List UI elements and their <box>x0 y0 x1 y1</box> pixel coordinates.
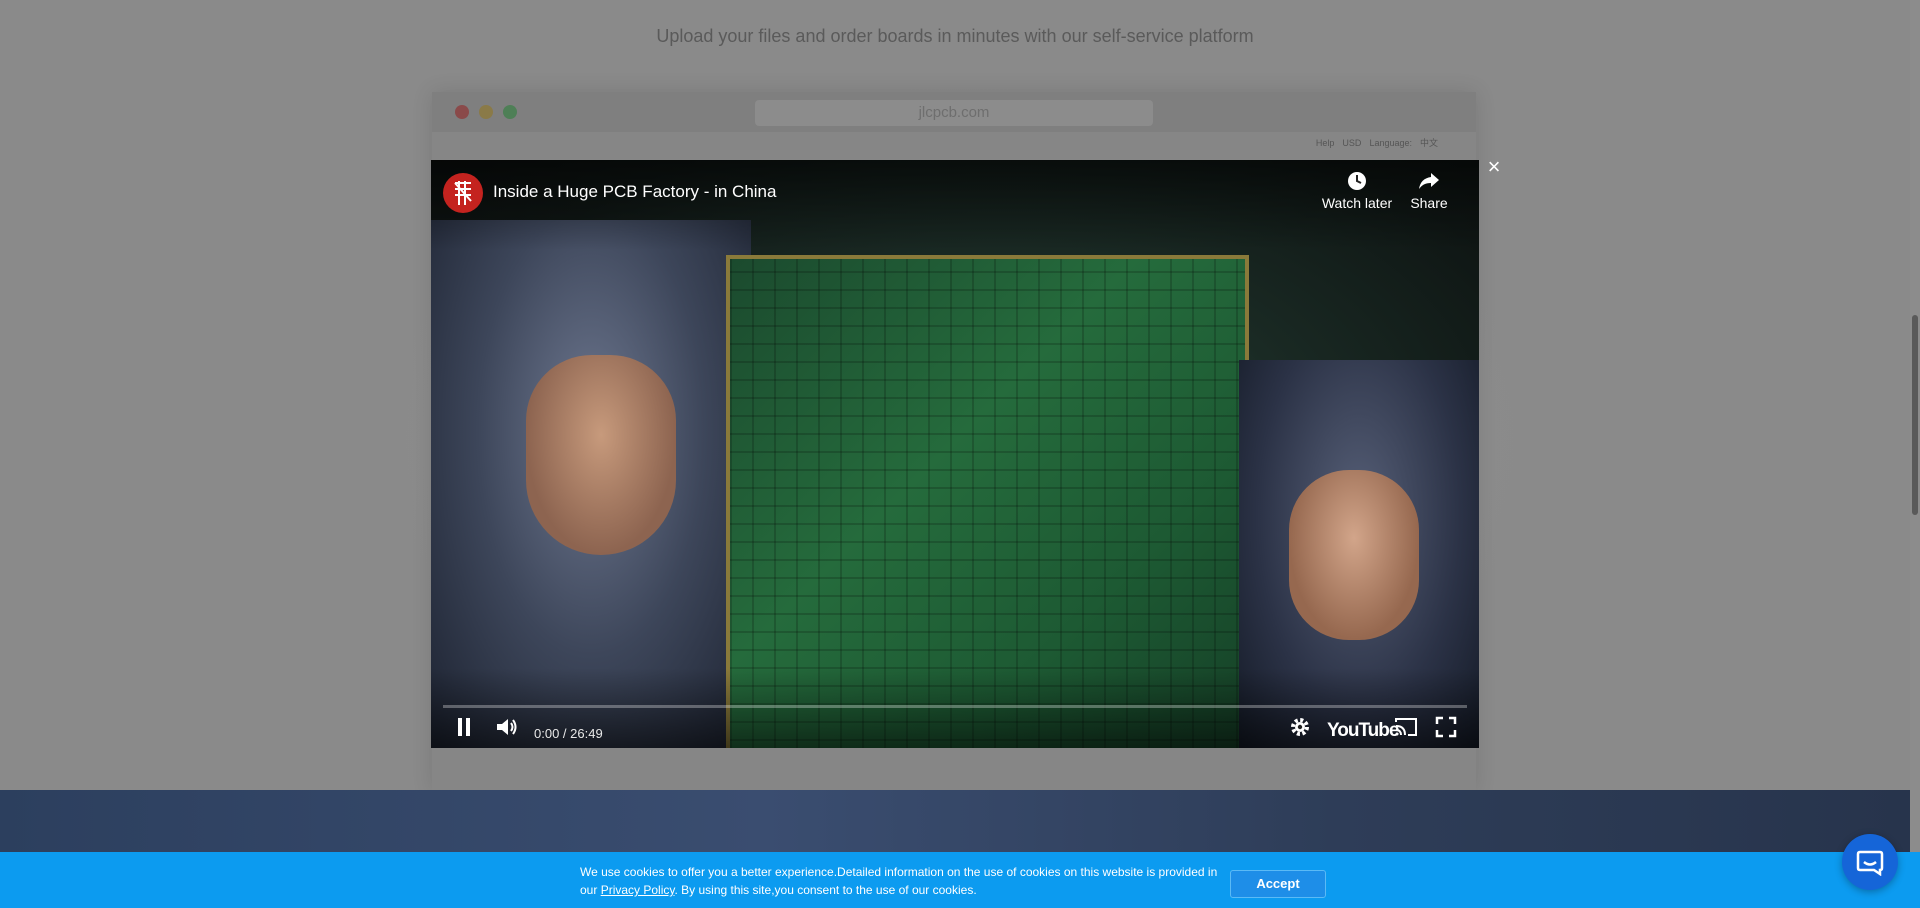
pause-icon <box>458 718 470 736</box>
window-close-dot <box>455 105 469 119</box>
privacy-policy-link[interactable]: Privacy Policy <box>601 883 675 897</box>
youtube-logo-link[interactable]: YouTube <box>1327 720 1399 742</box>
video-frame-face-right <box>1289 470 1419 640</box>
page-scrollbar[interactable] <box>1910 0 1920 908</box>
browser-mockup-titlebar: jlcpcb.com <box>432 92 1476 132</box>
settings-icon <box>1291 718 1309 736</box>
channel-avatar[interactable] <box>443 173 483 213</box>
mockup-language-label: Language: <box>1369 137 1412 148</box>
share-label: Share <box>1410 195 1448 211</box>
mockup-language-value: 中文 <box>1419 138 1438 148</box>
volume-icon <box>497 719 517 735</box>
window-maximize-dot <box>503 105 517 119</box>
mockup-help-link: Help <box>1315 137 1335 148</box>
cookie-message: We use cookies to offer you a better exp… <box>580 863 1220 899</box>
video-title[interactable]: Inside a Huge PCB Factory - in China <box>493 182 776 202</box>
section-subtitle: Upload your files and order boards in mi… <box>656 26 1254 46</box>
factory-banner-image <box>0 790 1910 852</box>
watch-later-label: Watch later <box>1321 195 1393 211</box>
scrollbar-thumb[interactable] <box>1912 315 1918 515</box>
fullscreen-icon <box>1435 716 1457 738</box>
share-button[interactable]: Share <box>1399 171 1459 211</box>
video-player[interactable]: Inside a Huge PCB Factory - in China Wat… <box>431 160 1479 748</box>
video-progress-bar[interactable] <box>443 705 1467 708</box>
chat-launcher-button[interactable] <box>1842 834 1898 890</box>
window-minimize-dot <box>479 105 493 119</box>
video-time-display: 0:00 / 26:49 <box>534 726 603 741</box>
settings-button[interactable] <box>1289 716 1311 743</box>
channel-logo-icon <box>454 181 472 205</box>
chat-icon <box>1856 850 1884 876</box>
close-modal-button[interactable]: × <box>1482 155 1506 179</box>
accept-cookies-button[interactable]: Accept <box>1230 870 1326 898</box>
clock-icon <box>1348 172 1366 190</box>
watch-later-button[interactable]: Watch later <box>1319 171 1395 211</box>
fullscreen-button[interactable] <box>1435 716 1457 743</box>
cookie-message-part2: . By using this site,you consent to the … <box>674 883 977 897</box>
cast-icon <box>1395 718 1417 736</box>
mockup-url-bar: jlcpcb.com <box>755 100 1153 126</box>
cookie-consent-banner: We use cookies to offer you a better exp… <box>0 852 1920 908</box>
video-frame-face-left <box>526 355 676 555</box>
share-icon <box>1419 173 1439 189</box>
pause-button[interactable] <box>455 716 473 743</box>
mockup-currency: USD <box>1342 137 1362 148</box>
mute-button[interactable] <box>495 716 519 743</box>
cast-button[interactable] <box>1393 716 1419 743</box>
mockup-top-links: Help USD Language: 中文 <box>1316 136 1438 149</box>
